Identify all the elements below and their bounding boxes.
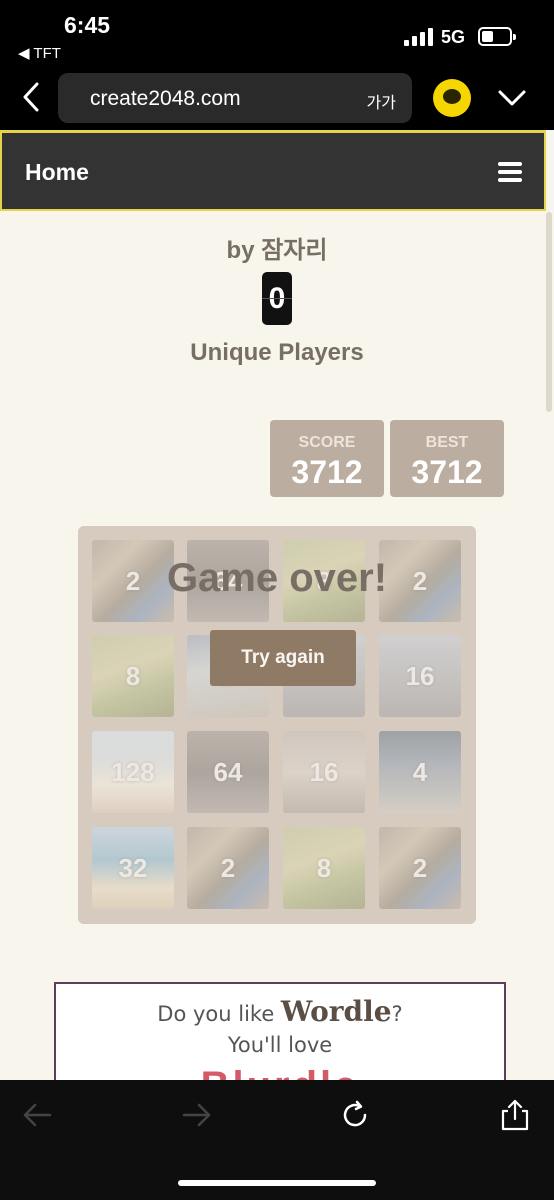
- chevron-left-icon[interactable]: [18, 80, 46, 114]
- score-label: SCORE: [298, 434, 356, 451]
- share-icon[interactable]: [498, 1098, 532, 1132]
- arrow-right-icon[interactable]: [180, 1098, 214, 1132]
- home-link[interactable]: Home: [25, 159, 89, 186]
- promo-headline: Do you like Wordle?: [56, 995, 504, 1028]
- try-again-button[interactable]: Try again: [210, 630, 356, 686]
- score-value: 3712: [291, 454, 363, 490]
- player-counter: 0: [262, 272, 292, 325]
- chevron-down-icon[interactable]: [496, 84, 528, 112]
- text-size-button[interactable]: 가가: [367, 89, 396, 113]
- battery-icon: [478, 27, 516, 46]
- refresh-icon[interactable]: [338, 1098, 372, 1132]
- promo-wordle: Wordle: [280, 995, 392, 1028]
- browser-toolbar: create2048.com 가가: [0, 66, 554, 130]
- game-over-message: Game over!: [166, 556, 388, 600]
- promo-prefix: Do you like: [157, 1002, 281, 1026]
- game-over-overlay: Game over! Try again: [78, 526, 476, 924]
- promo-logo: Blurdle: [56, 1064, 504, 1080]
- score-box: SCORE 3712: [270, 420, 384, 497]
- promo-banner[interactable]: Do you like Wordle? You'll love Blurdle: [54, 982, 506, 1080]
- address-bar[interactable]: create2048.com 가가: [58, 73, 412, 123]
- promo-suffix: ?: [391, 1002, 403, 1026]
- menu-icon[interactable]: [498, 162, 522, 182]
- status-bar: 6:45 ◀ TFT 5G: [0, 0, 554, 66]
- chat-icon[interactable]: [433, 79, 471, 117]
- promo-subline: You'll love: [227, 1033, 333, 1057]
- clock: 6:45: [64, 12, 111, 38]
- players-label: Unique Players: [190, 339, 364, 366]
- back-to-app-link[interactable]: ◀ TFT: [18, 44, 61, 62]
- arrow-left-icon[interactable]: [20, 1098, 54, 1132]
- network-type: 5G: [441, 27, 466, 47]
- game-board[interactable]: 2 64 8 2 8 2 16 128 64 16 4 32 2 8 2 Gam…: [78, 526, 476, 924]
- site-navbar: Home: [0, 130, 546, 211]
- signal-icon: [404, 28, 434, 46]
- best-value: 3712: [411, 454, 483, 490]
- best-label: BEST: [425, 434, 469, 451]
- author-byline: by 잠자리: [226, 237, 328, 264]
- url-text: create2048.com: [90, 87, 241, 110]
- home-indicator[interactable]: [178, 1180, 376, 1186]
- web-page: Home by 잠자리 0 Unique Players SCORE 3712 …: [0, 130, 554, 1080]
- best-box: BEST 3712: [390, 420, 504, 497]
